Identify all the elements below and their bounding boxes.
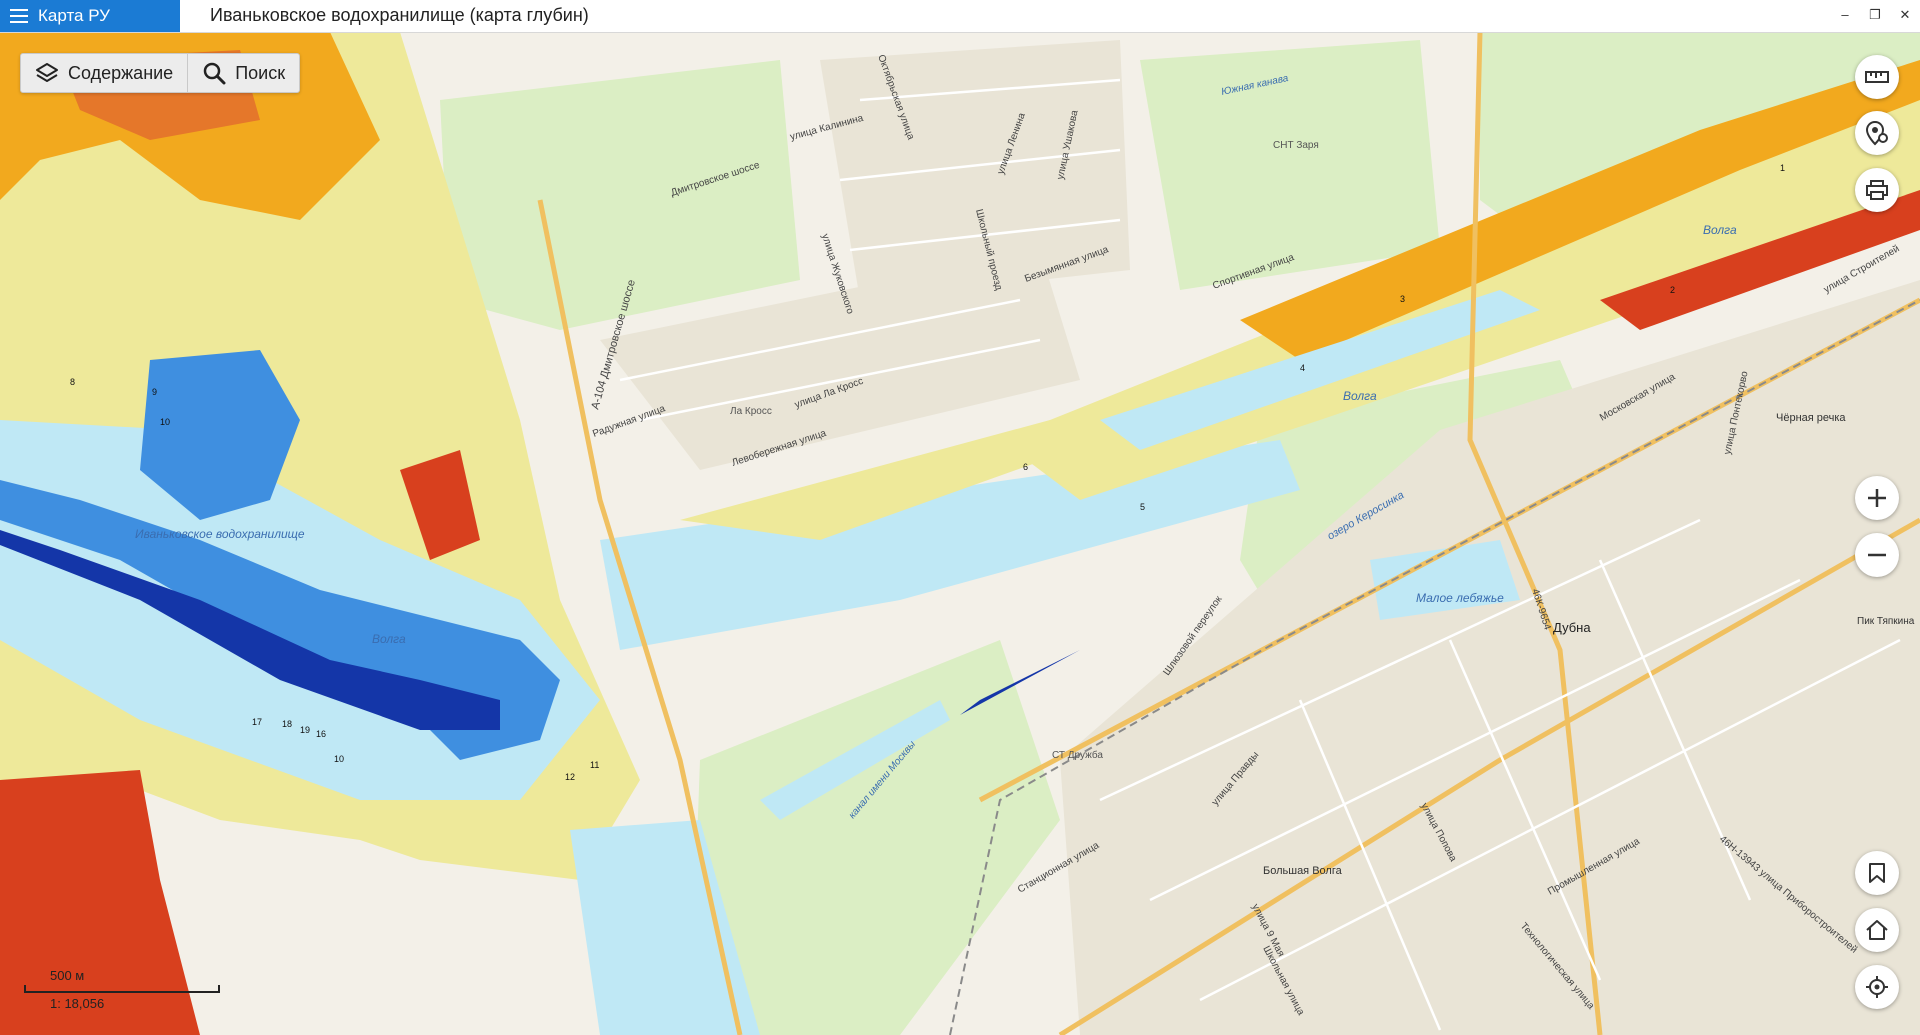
search-label: Поиск <box>235 62 286 83</box>
zoom-out-button[interactable] <box>1855 533 1899 577</box>
home-button[interactable] <box>1855 908 1899 952</box>
pin-settings-button[interactable] <box>1855 111 1899 155</box>
depth-mark: 8 <box>70 377 75 387</box>
bookmark-button[interactable] <box>1855 851 1899 895</box>
app-menu-button[interactable]: Карта РУ <box>0 0 180 32</box>
minimize-button[interactable]: – <box>1830 0 1860 32</box>
depth-mark: 4 <box>1300 363 1305 373</box>
window-controls: – ❐ ✕ <box>1830 0 1920 32</box>
label-big-volga: Большая Волга <box>1263 865 1343 877</box>
depth-mark: 16 <box>316 729 326 739</box>
scale-ratio: 1: 18,056 <box>50 996 105 1011</box>
map-canvas: Иваньковское водохранилище Волга Волга В… <box>0 32 1920 1035</box>
zoom-in-button[interactable] <box>1855 476 1899 520</box>
label-volga-2: Волга <box>1343 389 1377 403</box>
search-button[interactable]: Поиск <box>187 54 299 92</box>
close-button[interactable]: ✕ <box>1890 0 1920 32</box>
depth-mark: 11 <box>590 760 599 770</box>
pin-settings-icon <box>1865 120 1888 146</box>
label-volga-1: Волга <box>372 632 406 646</box>
window-title: Иваньковское водохранилище (карта глубин… <box>210 5 589 25</box>
depth-mark: 17 <box>252 717 262 727</box>
search-icon <box>203 62 226 85</box>
depth-mark: 19 <box>300 725 310 735</box>
label-volga-3: Волга <box>1703 223 1737 237</box>
home-icon <box>1866 920 1888 940</box>
depth-mark: 5 <box>1140 502 1145 512</box>
map-toolbar: Содержание Поиск <box>20 53 301 93</box>
layers-icon <box>36 63 58 82</box>
label-st-druzhba: СТ Дружба <box>1052 749 1103 761</box>
label-dubna: Дубна <box>1553 620 1591 635</box>
contents-label: Содержание <box>68 62 174 83</box>
depth-map[interactable]: Иваньковское водохранилище Волга Волга В… <box>0 32 1920 1035</box>
print-icon <box>1866 180 1888 200</box>
scale-line <box>24 985 220 993</box>
depth-mark: 6 <box>1023 462 1028 472</box>
label-reservoir: Иваньковское водохранилище <box>135 527 305 541</box>
label-small-swan: Малое лебяжье <box>1416 591 1504 605</box>
depth-mark: 10 <box>160 417 170 427</box>
hamburger-icon <box>10 9 28 23</box>
restore-button[interactable]: ❐ <box>1860 0 1890 32</box>
depth-mark: 3 <box>1400 294 1405 304</box>
depth-mark: 10 <box>334 754 344 764</box>
app-name: Карта РУ <box>38 6 110 25</box>
print-button[interactable] <box>1855 168 1899 212</box>
label-tyapkina: Пик Тяпкина <box>1857 616 1915 627</box>
title-bar: Карта РУ Иваньковское водохранилище (кар… <box>0 0 1920 33</box>
scale-bar: 500 м 1: 18,056 <box>24 968 220 1011</box>
ruler-icon <box>1865 71 1889 83</box>
label-snt-zarya: СНТ Заря <box>1273 140 1319 151</box>
label-la-kross: Ла Кросс <box>730 406 772 417</box>
zoom-out-icon <box>1868 553 1886 557</box>
label-chernaya: Чёрная речка <box>1776 412 1846 424</box>
measure-button[interactable] <box>1855 55 1899 99</box>
zoom-in-icon <box>1868 489 1886 507</box>
depth-mark: 18 <box>282 719 292 729</box>
contents-button[interactable]: Содержание <box>21 54 187 92</box>
depth-mark: 2 <box>1670 285 1675 295</box>
locate-button[interactable] <box>1855 965 1899 1009</box>
forest-north <box>440 60 800 330</box>
scale-distance: 500 м <box>50 968 85 983</box>
depth-mark: 9 <box>152 387 157 397</box>
depth-mark: 1 <box>1780 163 1785 173</box>
bookmark-icon <box>1869 863 1885 883</box>
locate-icon <box>1866 976 1888 998</box>
depth-mark: 12 <box>565 772 575 782</box>
